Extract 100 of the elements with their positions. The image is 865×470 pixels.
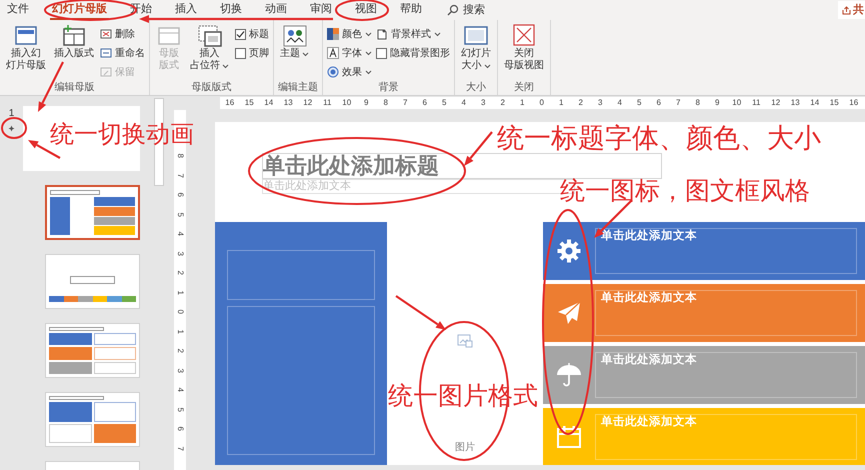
ruler-number: 7 bbox=[402, 98, 408, 108]
ruler-number: 6 bbox=[175, 192, 186, 199]
ruler-number: 12 bbox=[770, 98, 782, 108]
title-placeholder[interactable]: 单击此处添加标题 bbox=[262, 153, 662, 179]
caret-icon bbox=[434, 32, 441, 36]
slide-thumbnail[interactable] bbox=[45, 185, 140, 240]
share-icon bbox=[842, 6, 851, 14]
ruler-number: 6 bbox=[422, 98, 428, 108]
ruler-number: 16 bbox=[224, 98, 236, 108]
annotation-arrow bbox=[395, 295, 446, 330]
rename-icon bbox=[100, 47, 112, 59]
ribbon-button[interactable]: 字体 bbox=[327, 44, 372, 62]
umbrella-icon bbox=[556, 362, 582, 388]
delete-icon bbox=[100, 28, 112, 40]
share-button[interactable]: 共 bbox=[838, 1, 865, 19]
ruler-number: 15 bbox=[244, 98, 255, 108]
font-icon bbox=[327, 47, 339, 59]
caret-icon bbox=[365, 70, 372, 74]
paper-plane-icon bbox=[556, 300, 582, 326]
group-label: 母版版式 bbox=[192, 82, 232, 94]
ruler-number: 4 bbox=[460, 98, 467, 108]
ruler-number: 9 bbox=[363, 98, 370, 108]
ribbon-tab[interactable]: 帮助 bbox=[398, 0, 424, 20]
ruler-number: 3 bbox=[480, 98, 486, 108]
ruler-number: 10 bbox=[341, 98, 352, 108]
ribbon-tab[interactable]: 文件 bbox=[5, 0, 31, 20]
ruler-number: 4 bbox=[175, 230, 186, 238]
caret-icon bbox=[302, 52, 309, 56]
ruler-number: 10 bbox=[731, 98, 742, 108]
ribbon-tab[interactable]: 审阅 bbox=[308, 0, 334, 20]
ruler-number: 7 bbox=[675, 98, 682, 108]
ruler-number: 2 bbox=[175, 270, 186, 277]
ribbon-button[interactable]: 效果 bbox=[327, 63, 372, 81]
bar-text: 单击此处添加文本 bbox=[601, 291, 697, 305]
ruler-number: 14 bbox=[263, 98, 274, 108]
group-label: 编辑主题 bbox=[278, 82, 318, 94]
checkbox[interactable] bbox=[235, 48, 246, 58]
title-text: 单击此处添加标题 bbox=[263, 153, 439, 179]
ruler-number: 1 bbox=[558, 98, 564, 108]
ribbon-button[interactable]: 关闭 母版视图 bbox=[502, 24, 546, 82]
ruler-number: 1 bbox=[175, 289, 186, 297]
text-frame[interactable]: 单击此处添加文本 bbox=[595, 228, 857, 274]
ribbon-button[interactable]: 插入 占位符 bbox=[188, 24, 231, 82]
color-palette-icon bbox=[327, 28, 339, 40]
check-icon bbox=[236, 30, 245, 38]
ribbon-button[interactable]: 插入版式 bbox=[52, 24, 96, 82]
bar-text: 单击此处添加文本 bbox=[601, 229, 697, 243]
checkbox[interactable] bbox=[235, 28, 246, 40]
checkbox-label: 页脚 bbox=[249, 46, 269, 60]
annotation-arrow bbox=[464, 131, 493, 166]
ruler-number: 0 bbox=[538, 98, 545, 108]
search-icon bbox=[447, 4, 459, 16]
ruler-number: 6 bbox=[656, 98, 662, 108]
ribbon-button[interactable]: 重命名 bbox=[100, 44, 145, 62]
group-label: 背景 bbox=[378, 82, 398, 94]
slide-number: 1 bbox=[8, 108, 14, 120]
ruler-number: 5 bbox=[175, 406, 186, 414]
ribbon-tab[interactable]: 切换 bbox=[218, 0, 244, 20]
ruler-number: 7 bbox=[175, 445, 186, 452]
caret-icon bbox=[484, 64, 490, 68]
ribbon-button[interactable]: 插入幻 灯片母版 bbox=[4, 24, 48, 82]
group-label: 大小 bbox=[466, 82, 486, 94]
ruler-number: 5 bbox=[441, 98, 448, 108]
ribbon-button[interactable]: 幻灯片 大小 bbox=[459, 24, 493, 82]
ribbon-button[interactable]: 背景样式 bbox=[376, 25, 450, 43]
ruler-number: 1 bbox=[519, 98, 526, 108]
checkbox[interactable] bbox=[376, 48, 387, 58]
highlight-ellipse bbox=[1, 117, 27, 139]
annotation-text: 统一切换动画 bbox=[50, 121, 194, 149]
ruler-number: 14 bbox=[809, 98, 820, 108]
group-label: 编辑母版 bbox=[54, 82, 94, 94]
ribbon-tab[interactable]: 插入 bbox=[173, 0, 199, 20]
ruler-number: 13 bbox=[790, 98, 801, 108]
ruler-number: 7 bbox=[175, 172, 186, 180]
picture-label: 图片 bbox=[455, 440, 475, 455]
caret-icon bbox=[222, 64, 229, 68]
ruler-number: 16 bbox=[848, 98, 860, 108]
ribbon-tab[interactable]: 动画 bbox=[263, 0, 289, 20]
ruler-number: 11 bbox=[322, 98, 332, 108]
ruler-number: 0 bbox=[175, 308, 186, 316]
ruler-number: 3 bbox=[175, 250, 186, 258]
checkbox-label: 标题 bbox=[249, 28, 269, 42]
ruler-number: 4 bbox=[616, 98, 623, 108]
slide-size-icon bbox=[463, 24, 489, 48]
ruler-number: 8 bbox=[694, 98, 701, 108]
ruler-number: 15 bbox=[828, 98, 840, 108]
ruler-number: 8 bbox=[382, 98, 389, 108]
bar-text: 单击此处添加文本 bbox=[601, 415, 697, 429]
ruler-number: 2 bbox=[578, 98, 584, 108]
placeholder-icon bbox=[196, 24, 222, 48]
ruler-number: 3 bbox=[175, 367, 186, 374]
bar-text: 单击此处添加文本 bbox=[601, 353, 697, 367]
caret-icon bbox=[365, 32, 372, 36]
ruler-number: 3 bbox=[597, 98, 604, 108]
ribbon-button[interactable]: 删除 bbox=[100, 25, 145, 43]
slide-master-icon bbox=[13, 24, 39, 48]
search-button[interactable]: 搜索 bbox=[447, 0, 485, 20]
ribbon-tab[interactable]: 视图 bbox=[353, 0, 379, 20]
ribbon-button[interactable]: 主题 bbox=[278, 24, 311, 82]
ribbon-button[interactable]: 颜色 bbox=[327, 25, 372, 43]
